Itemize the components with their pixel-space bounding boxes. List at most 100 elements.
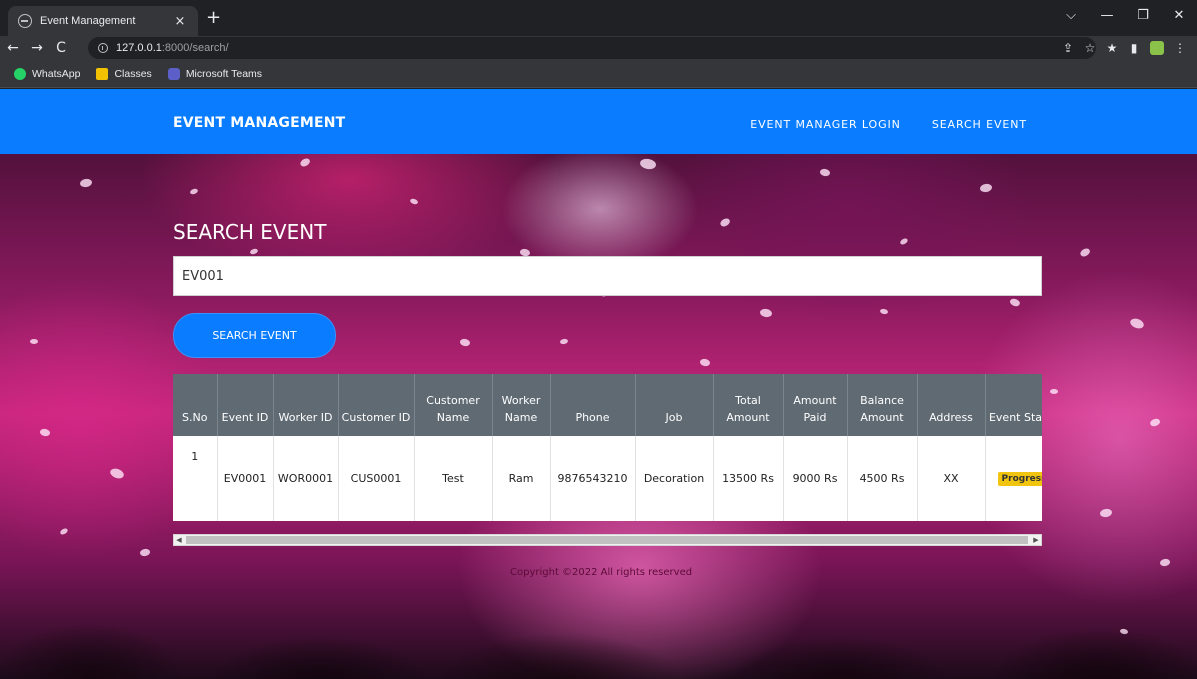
disco-light-spot	[249, 247, 259, 256]
nav-event-manager-login[interactable]: EVENT MANAGER LOGIN	[750, 118, 901, 131]
bookmark-label: Classes	[114, 67, 152, 80]
disco-light-spot	[759, 308, 773, 318]
disco-light-spot	[1128, 316, 1146, 331]
scroll-left-icon[interactable]: ◀	[174, 535, 184, 545]
new-tab-button[interactable]: +	[206, 8, 221, 28]
page-viewport: EVENT MANAGEMENT EVENT MANAGER LOGIN SEA…	[0, 89, 1197, 679]
table-horizontal-scrollbar[interactable]: ◀ ▶	[173, 534, 1042, 546]
cell-job: Decoration	[635, 436, 714, 521]
url-path: :8000/search/	[161, 42, 229, 54]
tab-title: Event Management	[40, 15, 136, 27]
column-header: Amount Paid	[783, 374, 848, 436]
disco-light-spot	[79, 178, 93, 188]
disco-light-spot	[1149, 417, 1161, 428]
results-table: S.No Event ID Worker ID Customer ID Cust…	[173, 374, 1042, 521]
site-info-icon[interactable]	[98, 43, 108, 53]
site-brand[interactable]: EVENT MANAGEMENT	[173, 115, 345, 131]
column-header: Event Status	[985, 374, 1042, 436]
bookmark-whatsapp[interactable]: WhatsApp	[14, 67, 80, 80]
cell-balance-amount: 4500 Rs	[847, 436, 918, 521]
url-host: 127.0.0.1	[116, 42, 162, 54]
maximize-icon[interactable]: ❐	[1125, 8, 1161, 23]
extensions-icon[interactable]: ★	[1101, 41, 1123, 55]
column-header: Balance Amount	[847, 374, 918, 436]
cell-sno: 1	[173, 436, 218, 521]
scroll-right-icon[interactable]: ▶	[1031, 535, 1041, 545]
crowd-silhouette	[0, 589, 1197, 679]
disco-light-spot	[1159, 558, 1171, 567]
disco-light-spot	[699, 358, 711, 367]
disco-light-spot	[189, 187, 199, 196]
cell-customer-name: Test	[414, 436, 493, 521]
disco-light-spot	[559, 338, 569, 345]
share-icon[interactable]: ⇪	[1057, 41, 1079, 55]
cell-worker-name: Ram	[492, 436, 551, 521]
disco-light-spot	[1079, 246, 1091, 258]
forward-icon[interactable]: →	[26, 40, 48, 56]
bookmark-classes[interactable]: Classes	[96, 67, 152, 80]
column-header: Job	[635, 374, 714, 436]
disco-light-spot	[979, 183, 993, 193]
globe-icon	[18, 14, 32, 28]
column-header: Worker ID	[273, 374, 339, 436]
disco-light-spot	[139, 548, 151, 557]
side-panel-icon[interactable]: ▮	[1123, 41, 1145, 55]
close-window-icon[interactable]: ✕	[1161, 8, 1197, 23]
bookmarks-bar: WhatsApp Classes Microsoft Teams	[0, 60, 1197, 88]
site-header: EVENT MANAGEMENT EVENT MANAGER LOGIN SEA…	[0, 89, 1197, 154]
address-bar[interactable]: 127.0.0.1:8000/search/	[88, 37, 1096, 59]
disco-light-spot	[1050, 389, 1058, 395]
disco-light-spot	[459, 338, 471, 347]
menu-icon[interactable]: ⋮	[1169, 41, 1191, 55]
status-badge: Progress	[997, 472, 1042, 486]
cell-amount-paid: 9000 Rs	[783, 436, 848, 521]
column-header: S.No	[173, 374, 218, 436]
tab-search-dropdown-icon[interactable]: ⌵	[1053, 8, 1089, 23]
cell-worker-id: WOR0001	[273, 436, 339, 521]
disco-light-spot	[39, 428, 51, 437]
cell-customer-id: CUS0001	[338, 436, 415, 521]
table-row: 1 EV0001 WOR0001 CUS0001 Test Ram 987654…	[173, 436, 1042, 521]
cell-total-amount: 13500 Rs	[713, 436, 784, 521]
column-header: Phone	[550, 374, 636, 436]
whatsapp-icon	[14, 67, 26, 80]
window-controls: ⌵ — ❐ ✕	[1053, 0, 1197, 30]
table-header-row: S.No Event ID Worker ID Customer ID Cust…	[173, 374, 1042, 436]
event-search-input[interactable]	[173, 256, 1042, 296]
disco-light-spot	[719, 216, 731, 228]
cell-event-status: Progress	[985, 436, 1042, 521]
disco-light-spot	[59, 527, 69, 536]
footer-copyright: Copyright ©2022 All rights reserved	[510, 567, 693, 578]
browser-tab[interactable]: Event Management ×	[8, 6, 198, 36]
column-header: Address	[917, 374, 986, 436]
cell-address: XX	[917, 436, 986, 521]
cell-phone: 9876543210	[550, 436, 636, 521]
bookmark-star-icon[interactable]: ☆	[1079, 41, 1101, 55]
search-event-button[interactable]: SEARCH EVENT	[173, 313, 336, 358]
scrollbar-thumb[interactable]	[186, 536, 1028, 544]
search-title: SEARCH EVENT	[173, 220, 327, 244]
site-nav: EVENT MANAGER LOGIN SEARCH EVENT	[719, 118, 1027, 131]
bookmark-teams[interactable]: Microsoft Teams	[167, 67, 263, 80]
browser-tab-bar: Event Management × + ⌵ — ❐ ✕	[0, 0, 1197, 36]
bookmark-label: Microsoft Teams	[185, 67, 263, 80]
toolbar-icons: ⇪ ☆ ★ ▮ ⋮	[1057, 36, 1191, 60]
disco-light-spot	[30, 339, 38, 345]
disco-light-spot	[1099, 508, 1113, 518]
reload-icon[interactable]: C	[50, 40, 72, 56]
results-table-container: S.No Event ID Worker ID Customer ID Cust…	[173, 374, 1042, 521]
profile-avatar-icon[interactable]	[1150, 41, 1164, 55]
disco-light-spot	[879, 308, 889, 315]
classes-icon	[96, 67, 109, 80]
cell-event-id: EV0001	[217, 436, 274, 521]
back-icon[interactable]: ←	[2, 40, 24, 56]
teams-icon	[167, 67, 180, 80]
disco-light-spot	[1009, 297, 1021, 308]
column-header: Total Amount	[713, 374, 784, 436]
tab-close-icon[interactable]: ×	[172, 14, 188, 29]
nav-search-event[interactable]: SEARCH EVENT	[932, 118, 1027, 131]
column-header: Customer ID	[338, 374, 415, 436]
minimize-icon[interactable]: —	[1089, 8, 1125, 23]
disco-light-spot	[409, 197, 419, 206]
disco-light-spot	[639, 157, 657, 171]
